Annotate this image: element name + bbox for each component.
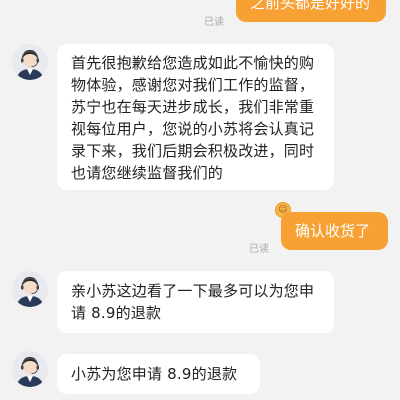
read-receipt: 已读	[204, 17, 224, 28]
agent-avatar-icon[interactable]	[12, 44, 48, 80]
message-text-line: 也请您继续监督我们的	[71, 164, 224, 182]
message-text-line: 小苏为您申请 8.9的退款	[71, 365, 238, 383]
agent-avatar-icon[interactable]	[12, 351, 48, 387]
message-text-line: 视每位用户，您说的小苏将会认真记	[71, 120, 315, 138]
message-text-line: 物体验，感谢您对我们工作的监督，	[71, 76, 315, 94]
message-text: 确认收货了	[295, 222, 371, 240]
incoming-message-bubble[interactable]: 亲小苏这边看了一下最多可以为您申 请 8.9的退款	[57, 271, 334, 333]
incoming-message-bubble[interactable]: 小苏为您申请 8.9的退款	[57, 354, 260, 394]
message-text: 之前头都是好好的	[250, 0, 371, 12]
incoming-message-bubble[interactable]: 首先很抱歉给您造成如此不愉快的购 物体验，感谢您对我们工作的监督， 苏宁也在每天…	[57, 44, 334, 190]
message-text-line: 录下来，我们后期会积极改进，同时	[71, 142, 315, 160]
message-text-line: 亲小苏这边看了一下最多可以为您申	[71, 282, 315, 300]
outgoing-message-bubble[interactable]: 之前头都是好好的	[236, 0, 386, 22]
outgoing-message-bubble[interactable]: 确认收货了	[281, 212, 388, 250]
message-text-line: 首先很抱歉给您造成如此不愉快的购	[71, 54, 315, 72]
message-text-line: 苏宁也在每天进步成长，我们非常重	[71, 98, 315, 116]
read-receipt: 已读	[249, 244, 269, 255]
message-text-line: 请 8.9的退款	[71, 304, 162, 322]
agent-avatar-icon[interactable]	[12, 271, 48, 307]
chat-window: 之前头都是好好的 已读 首先很抱歉给您造成如此不愉快的购 物体验，感谢您对我们工…	[0, 0, 400, 400]
